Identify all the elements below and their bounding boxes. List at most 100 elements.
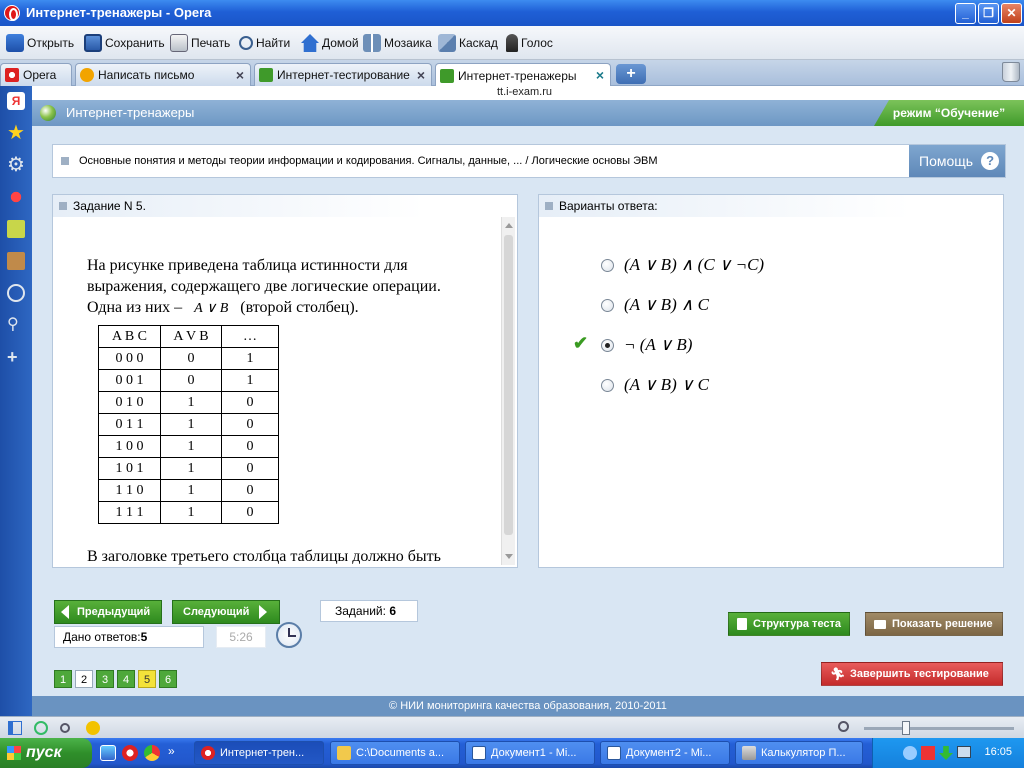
table-cell: 0	[221, 435, 279, 458]
table-cell: 0	[160, 369, 222, 392]
task-scrollbar[interactable]	[501, 217, 515, 565]
table-cell: 1	[160, 391, 222, 414]
antivirus-icon[interactable]	[921, 746, 935, 760]
gear-icon[interactable]: ⚙	[7, 155, 25, 175]
scroll-up-icon[interactable]	[505, 223, 513, 228]
tab-internet-testing[interactable]: Интернет-тестирование ×	[254, 63, 432, 86]
radio-button[interactable]	[601, 258, 614, 272]
table-header-row: A B C A V B …	[98, 325, 279, 348]
restore-button[interactable]: ❐	[978, 3, 999, 24]
print-button[interactable]: Печать	[170, 33, 230, 53]
calculator-icon	[742, 746, 756, 760]
previous-label: Предыдущий	[77, 606, 151, 618]
unite-status-icon[interactable]	[60, 723, 70, 733]
turbo-icon[interactable]	[86, 721, 100, 735]
start-button[interactable]: пуск	[0, 738, 92, 768]
table-row: 0 1 110	[98, 413, 279, 436]
tab-compose-mail[interactable]: Написать письмо ×	[75, 63, 251, 86]
show-solution-button[interactable]: Показать решение	[865, 612, 1003, 636]
trash-icon[interactable]	[1002, 62, 1020, 82]
page-number-3[interactable]: 3	[96, 670, 114, 688]
add-panel-icon[interactable]: +	[7, 348, 25, 366]
tasks-value: 6	[389, 604, 396, 618]
close-tab-icon[interactable]: ×	[596, 67, 604, 83]
finish-label: Завершить тестирование	[850, 668, 989, 680]
history-icon[interactable]	[7, 284, 25, 302]
windows-taskbar: пуск » Интернет-трен... C:\Documents a..…	[0, 738, 1024, 768]
sync-icon[interactable]	[34, 721, 48, 735]
show-desktop-icon[interactable]	[100, 745, 116, 761]
tray-arrow-icon[interactable]	[903, 746, 917, 760]
page-number-2[interactable]: 2	[75, 670, 93, 688]
table-cell: 0	[221, 457, 279, 480]
star-icon[interactable]: ★	[7, 123, 25, 143]
taskbar-item-opera[interactable]: Интернет-трен...	[194, 741, 324, 765]
radio-button-selected[interactable]	[601, 338, 614, 352]
notes-icon[interactable]	[7, 220, 25, 238]
answer-option[interactable]: (A ∨ B) ∧ C	[601, 293, 709, 317]
task-intro-tail: (второй столбец).	[240, 299, 359, 316]
radio-button[interactable]	[601, 298, 614, 312]
page-header: Интернет-тренажеры режим “Обучение”	[32, 100, 1024, 126]
next-button[interactable]: Следующий	[172, 600, 280, 624]
yandex-icon[interactable]: Я	[7, 92, 25, 110]
chevron-icon[interactable]: »	[168, 744, 175, 758]
chrome-icon[interactable]	[144, 745, 160, 761]
answer-option[interactable]: (A ∨ B) ∨ C	[601, 373, 709, 397]
close-window-button[interactable]: ✕	[1001, 3, 1022, 24]
taskbar-item-explorer[interactable]: C:\Documents a...	[330, 741, 460, 765]
page-url: tt.i-exam.ru	[497, 86, 553, 98]
transfers-icon[interactable]	[7, 252, 25, 270]
scroll-thumb[interactable]	[504, 235, 513, 535]
folder-icon	[6, 34, 24, 52]
table-cell: 1	[160, 413, 222, 436]
tab-internet-trainers[interactable]: Интернет-тренажеры ×	[435, 63, 611, 87]
opera-quicklaunch-icon[interactable]	[122, 745, 138, 761]
table-cell: 0 1 1	[98, 413, 161, 436]
mosaic-icon	[363, 34, 381, 52]
voice-label: Голос	[521, 36, 553, 50]
arrow-left-icon	[61, 605, 69, 619]
save-button[interactable]: Сохранить	[84, 33, 165, 53]
radio-button[interactable]	[601, 378, 614, 392]
minimize-button[interactable]: _	[955, 3, 976, 24]
new-tab-button[interactable]: +	[616, 64, 646, 84]
find-button[interactable]: Найти	[239, 33, 290, 53]
answer-option-selected[interactable]: ¬ (A ∨ B)	[601, 333, 692, 357]
tray-clock[interactable]: 16:05	[984, 746, 1012, 758]
answers-panel: Варианты ответа: (A ∨ B) ∧ (C ∨ ¬C) (A ∨…	[538, 194, 1004, 568]
home-button[interactable]: Домой	[301, 33, 359, 53]
page-number-5[interactable]: 5	[138, 670, 156, 688]
taskbar-item-calculator[interactable]: Калькулятор П...	[735, 741, 863, 765]
finish-test-button[interactable]: 🏃︎ Завершить тестирование	[821, 662, 1003, 686]
previous-button[interactable]: Предыдущий	[54, 600, 162, 624]
download-icon[interactable]	[939, 746, 953, 760]
print-label: Печать	[191, 36, 231, 50]
test-structure-button[interactable]: Структура теста	[728, 612, 850, 636]
close-tab-icon[interactable]: ×	[417, 67, 425, 83]
scroll-down-icon[interactable]	[505, 554, 513, 559]
taskbar-item-document2[interactable]: Документ2 - Mi...	[600, 741, 730, 765]
task-formula: A ∨ B	[194, 301, 229, 316]
tasks-label: Заданий:	[335, 604, 386, 618]
zoom-slider-knob[interactable]	[902, 721, 910, 735]
network-icon[interactable]	[957, 746, 971, 758]
taskbar-item-document1[interactable]: Документ1 - Mi...	[465, 741, 595, 765]
voice-button[interactable]: Голос	[506, 33, 553, 53]
browser-toolbar: Открыть Сохранить Печать Найти Домой Моз…	[0, 26, 1024, 60]
open-button[interactable]: Открыть	[6, 33, 74, 53]
search-icon[interactable]: ⚲	[7, 316, 25, 334]
answer-option[interactable]: (A ∨ B) ∧ (C ∨ ¬C)	[601, 253, 764, 277]
topic-breadcrumb: Основные понятия и методы теории информа…	[79, 155, 658, 167]
help-button[interactable]: Помощь ?	[909, 145, 1005, 177]
panel-toggle-icon[interactable]	[8, 721, 22, 735]
page-number-1[interactable]: 1	[54, 670, 72, 688]
opera-menu-button[interactable]: Opera	[0, 63, 72, 86]
cascade-button[interactable]: Каскад	[438, 33, 498, 53]
page-number-4[interactable]: 4	[117, 670, 135, 688]
zoom-slider[interactable]	[864, 721, 1014, 735]
mosaic-button[interactable]: Мозаика	[363, 33, 432, 53]
close-tab-icon[interactable]: ×	[236, 67, 244, 83]
page-number-6[interactable]: 6	[159, 670, 177, 688]
unite-icon[interactable]	[7, 188, 25, 206]
